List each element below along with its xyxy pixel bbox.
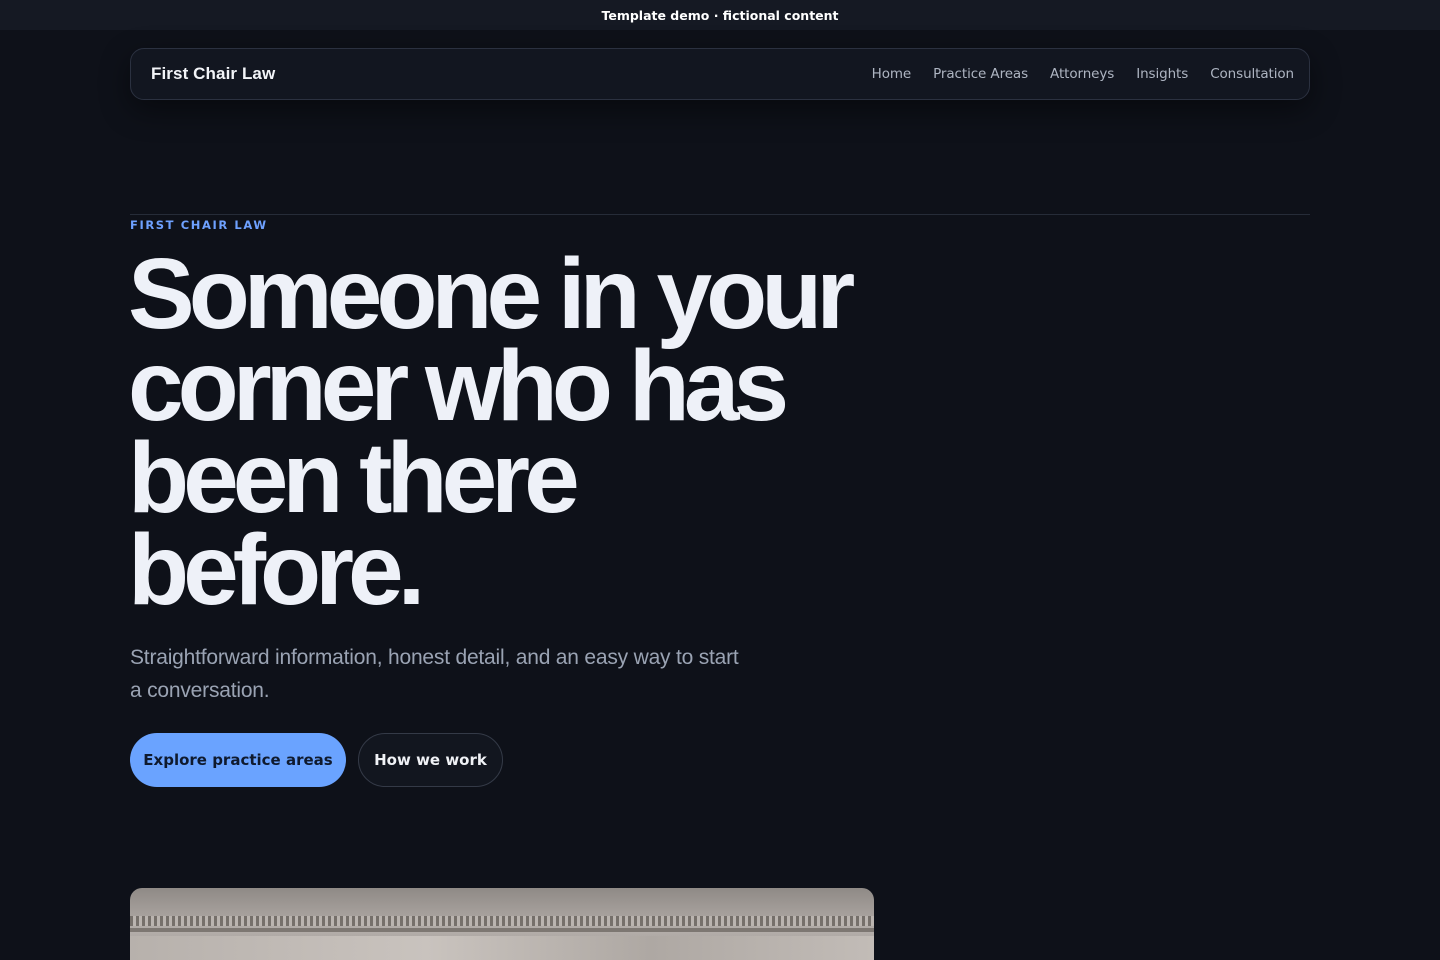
brand-logo[interactable]: First Chair Law xyxy=(151,64,275,84)
headline-line: Someone in your xyxy=(128,238,855,350)
facade-cornice xyxy=(130,916,874,926)
nav-link-practice-areas[interactable]: Practice Areas xyxy=(933,66,1028,82)
hero-eyebrow: FIRST CHAIR LAW xyxy=(130,218,268,232)
headline-line: corner who has xyxy=(128,330,789,442)
explore-practice-areas-button[interactable]: Explore practice areas xyxy=(130,733,346,787)
hero-subtitle: Straightforward information, honest deta… xyxy=(130,646,739,702)
nav-links: Home Practice Areas Attorneys Insights C… xyxy=(872,66,1294,82)
demo-banner-text: Template demo · fictional content xyxy=(601,7,839,23)
nav-link-consultation[interactable]: Consultation xyxy=(1210,66,1294,82)
hero-headline: Someone in your corner who has been ther… xyxy=(128,238,928,626)
facade-stone xyxy=(130,936,874,960)
demo-banner: Template demo · fictional content xyxy=(0,0,1440,30)
facade-band xyxy=(130,928,874,932)
headline-line: been there xyxy=(128,422,580,534)
nav-link-home[interactable]: Home xyxy=(872,66,912,82)
top-navigation: First Chair Law Home Practice Areas Atto… xyxy=(130,48,1310,100)
nav-link-attorneys[interactable]: Attorneys xyxy=(1050,66,1114,82)
building-facade-image xyxy=(130,888,874,960)
section-divider xyxy=(130,214,1310,215)
nav-link-insights[interactable]: Insights xyxy=(1136,66,1188,82)
how-we-work-button[interactable]: How we work xyxy=(358,733,503,787)
headline-line: before. xyxy=(128,514,425,626)
